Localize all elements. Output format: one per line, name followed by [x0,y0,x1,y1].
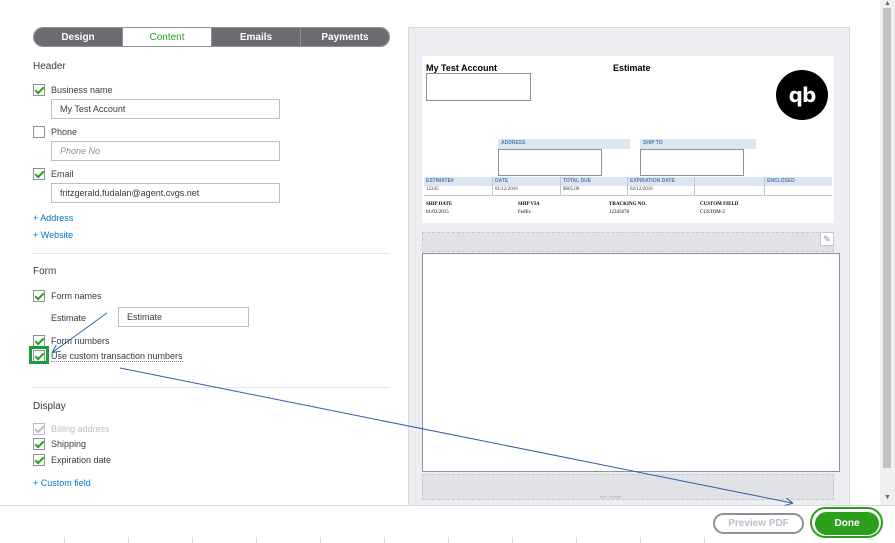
email-checkbox[interactable] [33,168,45,180]
add-custom-field-link[interactable]: + Custom field [33,478,91,488]
preview-body-area [422,253,840,472]
done-button[interactable]: Done [815,512,879,535]
checkbox-highlight [29,346,49,364]
preview-activity-strip [422,232,834,252]
grid-line [256,537,257,543]
form-names-label: Form names [51,291,102,301]
tab-design[interactable]: Design [34,28,123,46]
estimate-label: Estimate [51,313,87,323]
table-value-cell: 01/12/2016 [495,187,518,192]
tab-bar: Design Content Emails Payments [33,27,390,47]
business-name-checkbox[interactable] [33,84,45,96]
table-border [424,195,832,196]
ship-header-cell: SHIP VIA [518,202,540,207]
add-address-link[interactable]: + Address [33,213,73,223]
table-value-cell: 12345 [426,187,439,192]
form-numbers-label: Form numbers [51,336,110,346]
phone-checkbox[interactable] [33,126,45,138]
billing-address-checkbox [33,423,45,435]
ship-value-cell: CUSTOM-2 [700,210,725,215]
table-header-cell: EXPIRATION DATE [630,178,675,184]
email-label: Email [51,169,74,179]
grid-line [64,537,65,543]
scrollbar-thumb[interactable] [883,8,891,468]
table-border [627,177,628,196]
grid-line [320,537,321,543]
preview-doc-type: Estimate [613,63,651,73]
estimate-name-field[interactable]: Estimate [118,307,249,327]
company-logo: qb [776,70,828,120]
preview-address-box [426,73,531,101]
table-value-cell: 02/12/2016 [630,187,653,192]
grid-line [512,537,513,543]
shipping-label: Shipping [51,439,87,449]
custom-transaction-numbers-label: Use custom transaction numbers [51,351,183,362]
table-header-cell: TOTAL DUE [563,178,592,184]
expiration-date-checkbox[interactable] [33,454,45,466]
billing-address-label: Billing address [51,424,110,434]
scroll-up-icon[interactable]: ▲ [881,0,894,7]
grid-line [704,537,705,543]
ship-value-cell: 01/03/2015 [426,210,449,215]
preview-bill-box [498,149,602,176]
preview-company-name: My Test Account [426,63,498,73]
header-section-title: Header [33,61,66,72]
grid-line [384,537,385,543]
preview-ship-to-header: SHIP TO [640,139,756,149]
preview-ship-box [640,149,744,176]
table-header-cell: DATE [495,178,509,184]
table-header-cell: ENCLOSED [767,178,795,184]
shipping-checkbox[interactable] [33,438,45,450]
table-border [492,177,493,196]
section-divider [33,253,390,254]
grid-line [128,537,129,543]
grid-line [576,537,577,543]
table-border [764,177,765,196]
form-section-title: Form [33,266,57,277]
preview-address-header: ADDRESS [498,139,630,149]
grid-line [448,537,449,543]
table-header-cell: ESTIMATE# [426,178,454,184]
invoice-customization-window: Design Content Emails Payments Header Bu… [0,0,895,543]
section-divider [33,387,390,388]
ship-header-cell: CUSTOM FIELD [700,202,739,207]
scroll-down-icon[interactable]: ▼ [881,494,894,501]
pencil-icon[interactable]: ✎ [820,232,834,246]
tab-emails[interactable]: Emails [212,28,301,46]
grid-line [640,537,641,543]
phone-label: Phone [51,127,78,137]
preview-pdf-button[interactable]: Preview PDF [713,513,804,534]
preview-footer-strip [422,474,834,500]
phone-field[interactable]: Phone No [51,141,280,161]
add-website-link[interactable]: + Website [33,230,73,240]
ship-value-cell: 12345678 [609,210,629,215]
business-name-field[interactable]: My Test Account [51,99,280,119]
table-border [560,177,561,196]
email-field[interactable]: fritzgerald.fudalan@agent.cvgs.net [51,183,280,203]
ship-header-cell: SHIP DATE [426,202,453,207]
business-name-label: Business name [51,85,113,95]
expiration-date-label: Expiration date [51,455,112,465]
grid-line [192,537,193,543]
display-section-title: Display [33,401,66,412]
form-names-checkbox[interactable] [33,290,45,302]
tab-payments[interactable]: Payments [301,28,389,46]
preview-footer-text: Info / Image [600,494,622,499]
table-value-cell: $665.00 [563,187,580,192]
tab-content[interactable]: Content [123,28,212,46]
ship-header-cell: TRACKING NO. [609,202,647,207]
table-border [694,177,695,196]
ship-value-cell: FedEx [518,210,532,215]
